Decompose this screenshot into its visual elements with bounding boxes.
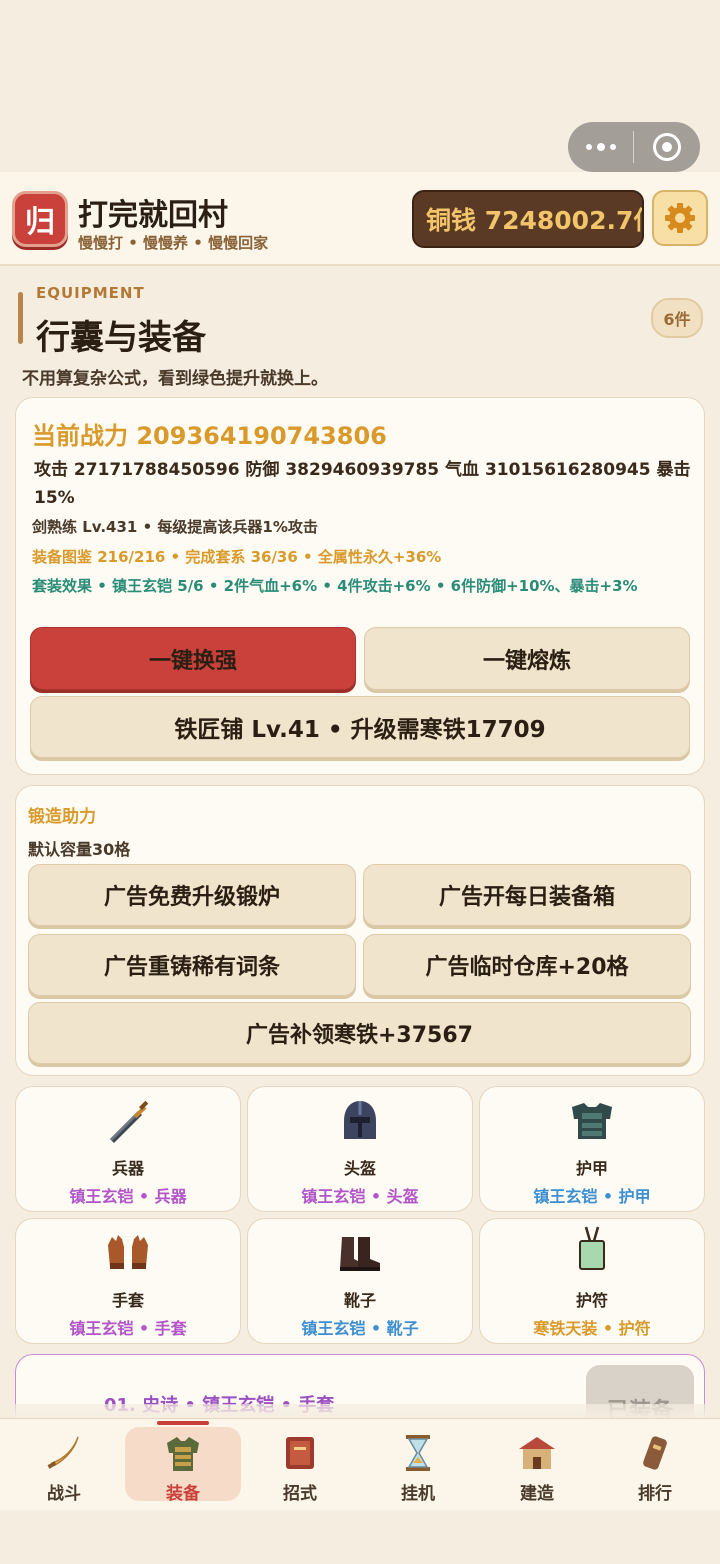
book-icon (286, 1437, 314, 1469)
slot-set: 寒铁天装 • 护符 (533, 1319, 651, 1338)
collection-progress: 装备图鉴 216/216 • 完成套系 36/36 • 全属性永久+36% (32, 548, 442, 566)
gloves-icon (108, 1235, 148, 1269)
ad-daily-chest-button[interactable]: 广告开每日装备箱 (363, 864, 691, 926)
capacity-text: 默认容量30格 (28, 840, 131, 859)
ad-temp-storage-button[interactable]: 广告临时仓库+20格 (363, 934, 691, 996)
slot-helmet[interactable]: 头盔 镇王玄铠 • 头盔 (247, 1086, 473, 1212)
app-header: 归 打完就回村 慢慢打 • 慢慢养 • 慢慢回家 铜钱 7248002.7亿 (0, 172, 720, 266)
scimitar-icon (47, 1436, 79, 1469)
close-miniprogram-icon[interactable] (634, 133, 700, 161)
app-subtitle: 慢慢打 • 慢慢养 • 慢慢回家 (78, 234, 269, 252)
slot-set: 镇王玄铠 • 手套 (69, 1319, 187, 1338)
nav-label: 排行 (638, 1484, 672, 1504)
ad-reforge-button[interactable]: 广告重铸稀有词条 (28, 934, 356, 996)
section-tag: EQUIPMENT (36, 284, 145, 302)
stats-line: 攻击 27171788450596 防御 3829460939785 气血 31… (34, 460, 691, 508)
slot-boots[interactable]: 靴子 镇王玄铠 • 靴子 (247, 1218, 473, 1344)
nav-label: 装备 (166, 1484, 200, 1504)
slot-name: 护符 (575, 1291, 608, 1310)
sword-icon (110, 1100, 149, 1143)
page-title: 行囊与装备 (36, 318, 206, 358)
slot-set: 镇王玄铠 • 靴子 (301, 1319, 419, 1338)
slot-gloves[interactable]: 手套 镇王玄铠 • 手套 (15, 1218, 241, 1344)
nav-label: 战斗 (47, 1484, 81, 1504)
slot-name: 兵器 (111, 1159, 144, 1178)
weapon-mastery: 剑熟练 Lv.431 • 每级提高该兵器1%攻击 (32, 518, 318, 536)
forge-assist-card: 锻造助力 默认容量30格 广告免费升级锻炉 广告开每日装备箱 广告重铸稀有词条 … (15, 785, 705, 1076)
nav-skills[interactable]: 招式 (242, 1427, 358, 1504)
armor-icon (572, 1103, 612, 1139)
coins-display: 铜钱 7248002.7亿 (412, 190, 644, 248)
ranking-icon (643, 1436, 667, 1470)
hourglass-icon (406, 1435, 430, 1471)
building-icon (519, 1437, 555, 1469)
ad-upgrade-furnace-button[interactable]: 广告免费升级锻炉 (28, 864, 356, 926)
ad-claim-iron-button[interactable]: 广告补领寒铁+37567 (28, 1002, 691, 1064)
slot-amulet[interactable]: 护符 寒铁天装 • 护符 (479, 1218, 705, 1344)
nav-label: 挂机 (401, 1484, 435, 1504)
section-hint: 不用算复杂公式，看到绿色提升就换上。 (22, 369, 328, 389)
blacksmith-button[interactable]: 铁匠铺 Lv.41 • 升级需寒铁17709 (30, 696, 690, 758)
app-logo: 归 (12, 191, 68, 247)
more-icon[interactable] (568, 142, 633, 151)
amulet-icon (579, 1226, 605, 1270)
combat-power: 当前战力 209364190743806 (32, 422, 387, 450)
boots-icon (340, 1237, 380, 1271)
armor-nav-icon (167, 1437, 199, 1471)
gear-icon (665, 203, 695, 233)
auto-upgrade-button[interactable]: 一键换强 (30, 627, 356, 690)
nav-ranking[interactable]: 排行 (597, 1427, 713, 1504)
nav-idle[interactable]: 挂机 (360, 1427, 476, 1504)
forge-title: 锻造助力 (28, 807, 96, 827)
slot-set: 镇王玄铠 • 护甲 (533, 1187, 651, 1206)
section-accent-bar (18, 292, 23, 344)
mini-program-capsule[interactable] (568, 122, 700, 172)
nav-build[interactable]: 建造 (479, 1427, 595, 1504)
slot-name: 靴子 (343, 1291, 376, 1310)
auto-smelt-button[interactable]: 一键熔炼 (364, 627, 690, 690)
combat-power-card: 当前战力 209364190743806 攻击 27171788450596 防… (15, 397, 705, 775)
nav-battle[interactable]: 战斗 (6, 1427, 122, 1504)
slot-name: 护甲 (575, 1159, 608, 1178)
set-effect: 套装效果 • 镇王玄铠 5/6 • 2件气血+6% • 4件攻击+6% • 6件… (32, 577, 638, 595)
nav-equipment[interactable]: 装备 (125, 1421, 241, 1504)
item-count-badge: 6件 (651, 298, 703, 338)
helmet-icon (344, 1101, 376, 1139)
settings-button[interactable] (652, 190, 708, 246)
nav-label: 建造 (520, 1484, 554, 1504)
app-title: 打完就回村 (78, 198, 228, 233)
slot-set: 镇王玄铠 • 兵器 (69, 1187, 187, 1206)
slot-name: 手套 (111, 1291, 144, 1310)
bottom-nav: 战斗 装备 招式 挂机 建造 排行 (0, 1418, 720, 1510)
slot-name: 头盔 (343, 1159, 376, 1178)
bottom-safe-area (0, 1510, 720, 1564)
slot-set: 镇王玄铠 • 头盔 (301, 1187, 419, 1206)
nav-label: 招式 (283, 1484, 317, 1504)
slot-armor[interactable]: 护甲 镇王玄铠 • 护甲 (479, 1086, 705, 1212)
slot-weapon[interactable]: 兵器 镇王玄铠 • 兵器 (15, 1086, 241, 1212)
